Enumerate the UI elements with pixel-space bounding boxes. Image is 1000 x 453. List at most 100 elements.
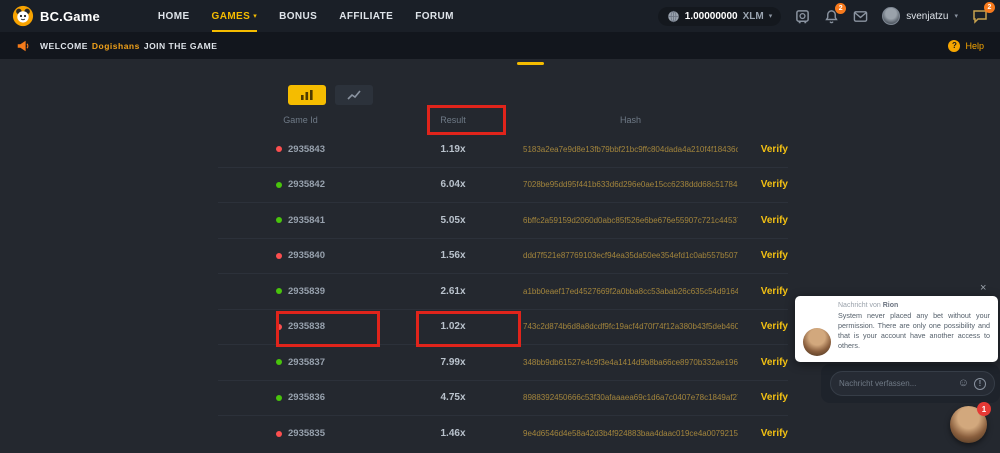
game-id: 2935836: [288, 392, 325, 403]
menu-item-games[interactable]: GAMES ▾: [212, 0, 258, 32]
result-cell: 2.61x: [383, 286, 523, 297]
result-cell: 4.75x: [383, 392, 523, 403]
game-id: 2935841: [288, 215, 325, 226]
verify-link[interactable]: Verify: [738, 357, 788, 368]
result-cell: 1.46x: [383, 428, 523, 439]
hash-cell: 7028be95dd95f441b633d6d296e0ae15cc6238dd…: [523, 180, 738, 189]
game-id: 2935835: [288, 428, 325, 439]
vault-icon: [795, 9, 810, 24]
status-dot: [276, 253, 282, 259]
status-dot: [276, 146, 282, 152]
messages-button[interactable]: [853, 9, 868, 24]
verify-link[interactable]: Verify: [738, 179, 788, 190]
verify-link[interactable]: Verify: [738, 286, 788, 297]
navbar-right: 1.00000000 XLM ▾ 2: [658, 7, 988, 26]
balance-selector[interactable]: 1.00000000 XLM ▾: [658, 7, 781, 26]
chevron-down-icon: ▾: [769, 12, 773, 20]
bc-game-logo-icon: [12, 5, 34, 27]
brand[interactable]: BC.Game: [12, 5, 100, 27]
table-row: 2935836 4.75x 8988392450666c53f30afaaaea…: [218, 381, 788, 417]
status-dot: [276, 359, 282, 365]
welcome-message: WELCOME Dogishans JOIN THE GAME: [40, 41, 217, 51]
result-cell: 1.02x: [383, 321, 523, 332]
game-id-cell: 2935839: [218, 286, 383, 297]
game-id-cell: 2935838: [218, 321, 383, 332]
menu-item-affiliate[interactable]: AFFILIATE: [339, 0, 393, 32]
menu-item-forum[interactable]: FORUM: [415, 0, 454, 32]
bar-chart-icon: [300, 89, 314, 101]
verify-link[interactable]: Verify: [738, 321, 788, 332]
chat-message-header: Nachricht von Rion: [838, 302, 990, 309]
status-dot: [276, 288, 282, 294]
close-icon[interactable]: ×: [980, 283, 986, 294]
game-id: 2935837: [288, 357, 325, 368]
welcome-prefix: WELCOME: [40, 41, 88, 51]
user-menu[interactable]: svenjatzu ▾: [882, 7, 958, 25]
help-button[interactable]: ? Help: [948, 40, 984, 52]
verify-link[interactable]: Verify: [738, 215, 788, 226]
game-id: 2935842: [288, 179, 325, 190]
composer-icons: ☺ !: [958, 378, 986, 390]
emoji-icon[interactable]: ☺: [958, 378, 969, 389]
table-row: 2935842 6.04x 7028be95dd95f441b633d6d296…: [218, 168, 788, 204]
bar-chart-filter-button[interactable]: [288, 85, 326, 105]
table-row: 2935837 7.99x 348bb9db61527e4c9f3e4a1414…: [218, 345, 788, 381]
table-row: 2935841 5.05x 6bffc2a59159d2060d0abc85f5…: [218, 203, 788, 239]
welcome-username: Dogishans: [92, 41, 140, 51]
result-cell: 6.04x: [383, 179, 523, 190]
top-navbar: BC.Game HOME GAMES ▾ BONUS AFFILIATE FOR…: [0, 0, 1000, 32]
chat-message-body: Nachricht von Rion System never placed a…: [838, 302, 990, 356]
status-dot: [276, 395, 282, 401]
status-dot: [276, 324, 282, 330]
game-id-cell: 2935835: [218, 428, 383, 439]
mail-icon: [853, 9, 868, 24]
table-header-row: Game Id Result Hash: [218, 108, 788, 132]
vault-button[interactable]: [795, 9, 810, 24]
help-label: Help: [965, 41, 984, 51]
game-history-table: Game Id Result Hash 2935843 1.19x 5183a2…: [218, 108, 788, 452]
unread-count-badge: 1: [977, 402, 991, 416]
welcome-suffix: JOIN THE GAME: [144, 41, 218, 51]
user-avatar: [882, 7, 900, 25]
main-menu: HOME GAMES ▾ BONUS AFFILIATE FORUM: [158, 0, 454, 32]
trend-filter-button[interactable]: [335, 85, 373, 105]
game-id-cell: 2935837: [218, 357, 383, 368]
result-cell: 1.19x: [383, 144, 523, 155]
result-cell: 1.56x: [383, 250, 523, 261]
coin-icon: [667, 10, 680, 23]
verify-link[interactable]: Verify: [738, 392, 788, 403]
game-id-cell: 2935841: [218, 215, 383, 226]
game-id: 2935839: [288, 286, 325, 297]
info-icon[interactable]: !: [974, 378, 986, 390]
active-tab-indicator: [517, 62, 544, 65]
verify-link[interactable]: Verify: [738, 144, 788, 155]
game-id: 2935843: [288, 144, 325, 155]
hash-cell: 743c2d874b6d8a8dcdf9fc19acf4d70f74f12a38…: [523, 322, 738, 331]
username: svenjatzu: [906, 11, 948, 22]
chat-toggle-button[interactable]: 2: [972, 8, 988, 24]
welcome-bar: WELCOME Dogishans JOIN THE GAME ? Help: [0, 32, 1000, 59]
chevron-down-icon: ▾: [954, 12, 958, 20]
chat-message-input[interactable]: [839, 379, 958, 388]
result-cell: 5.05x: [383, 215, 523, 226]
menu-item-home[interactable]: HOME: [158, 0, 190, 32]
table-row: 2935839 2.61x a1bb0eaef17ed4527669f2a0bb…: [218, 274, 788, 310]
table-row-highlighted: 2935838 1.02x 743c2d874b6d8a8dcdf9fc19ac…: [218, 310, 788, 346]
verify-link[interactable]: Verify: [738, 428, 788, 439]
history-filter-buttons: [288, 85, 373, 105]
table-row: 2935840 1.56x ddd7f521e87769103ecf94ea35…: [218, 239, 788, 275]
hash-cell: ddd7f521e87769103ecf94ea35da50ee354efd1c…: [523, 251, 738, 260]
balance-currency: XLM: [743, 11, 764, 22]
menu-item-bonus[interactable]: BONUS: [279, 0, 317, 32]
game-id: 2935840: [288, 250, 325, 261]
notifications-badge: 2: [835, 3, 846, 14]
brand-name: BC.Game: [40, 9, 100, 24]
sender-avatar: [803, 328, 831, 356]
balance-amount: 1.00000000: [685, 11, 738, 22]
game-id-cell: 2935836: [218, 392, 383, 403]
verify-link[interactable]: Verify: [738, 250, 788, 261]
notifications-button[interactable]: 2: [824, 9, 839, 24]
chat-header-prefix: Nachricht von: [838, 302, 883, 309]
chat-sender-name: Rion: [883, 302, 899, 309]
status-dot: [276, 431, 282, 437]
